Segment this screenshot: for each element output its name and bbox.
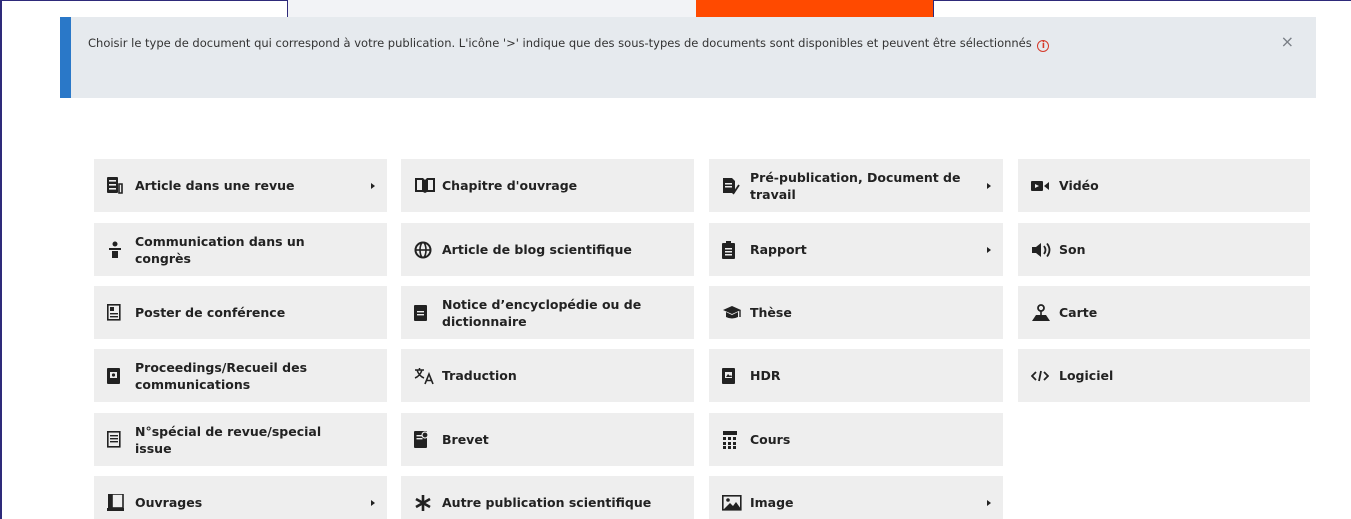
patent-certificate-icon bbox=[414, 431, 436, 448]
orange-accent-tab[interactable] bbox=[696, 0, 933, 18]
doc-type-article-blog[interactable]: Article de blog scientifique bbox=[401, 223, 694, 276]
caret-right-icon bbox=[371, 499, 375, 506]
doc-type-label: Vidéo bbox=[1059, 178, 1099, 193]
doc-type-son[interactable]: Son bbox=[1018, 223, 1310, 276]
graduation-cap-icon bbox=[722, 305, 744, 321]
alert-text: Choisir le type de document qui correspo… bbox=[88, 36, 1032, 50]
clipboard-report-icon bbox=[722, 240, 744, 259]
map-pin-icon bbox=[1031, 303, 1053, 322]
doc-type-label: Autre publication scientifique bbox=[442, 495, 652, 510]
caret-right-icon bbox=[371, 182, 375, 189]
caret-right-icon bbox=[987, 182, 991, 189]
doc-type-label: N°spécial de revue/special issue bbox=[135, 423, 322, 456]
draft-document-icon bbox=[722, 177, 744, 195]
doc-type-video[interactable]: Vidéo bbox=[1018, 159, 1310, 212]
doc-type-label: Thèse bbox=[750, 305, 792, 320]
poster-icon bbox=[107, 304, 129, 321]
doc-type-article-revue[interactable]: Article dans une revue bbox=[94, 159, 387, 212]
doc-type-autre-publication[interactable]: Autre publication scientifique bbox=[401, 476, 694, 519]
doc-type-label: Ouvrages bbox=[135, 495, 203, 510]
globe-icon bbox=[414, 241, 436, 259]
proceedings-icon bbox=[107, 367, 129, 384]
doc-type-label: Image bbox=[750, 495, 794, 510]
speaker-sound-icon bbox=[1031, 242, 1053, 258]
book-icon bbox=[107, 494, 129, 511]
doc-type-label: Pré-publication, Document de travail bbox=[750, 169, 961, 202]
close-icon[interactable]: × bbox=[1281, 31, 1294, 53]
encyclopedia-icon bbox=[414, 304, 436, 321]
doc-type-label: Article dans une revue bbox=[135, 178, 295, 193]
doc-type-label: Chapitre d'ouvrage bbox=[442, 178, 578, 193]
frame-left-border bbox=[0, 0, 2, 519]
course-grid-icon bbox=[722, 430, 744, 449]
doc-type-label: Rapport bbox=[750, 242, 807, 257]
doc-type-label: Carte bbox=[1059, 305, 1098, 320]
doc-type-carte[interactable]: Carte bbox=[1018, 286, 1310, 339]
special-issue-icon bbox=[107, 431, 129, 448]
doc-type-proceedings[interactable]: Proceedings/Recueil des communications bbox=[94, 349, 387, 402]
doc-type-chapitre-ouvrage[interactable]: Chapitre d'ouvrage bbox=[401, 159, 694, 212]
lectern-speaker-icon bbox=[107, 241, 129, 259]
doc-type-traduction[interactable]: Traduction bbox=[401, 349, 694, 402]
info-icon[interactable]: i bbox=[1037, 40, 1050, 52]
doc-type-hdr[interactable]: HDR bbox=[709, 349, 1003, 402]
info-alert: Choisir le type de document qui correspo… bbox=[60, 17, 1316, 98]
article-icon bbox=[107, 177, 129, 194]
hdr-document-icon bbox=[722, 367, 744, 384]
open-book-icon bbox=[414, 177, 436, 194]
doc-type-poster-conference[interactable]: Poster de conférence bbox=[94, 286, 387, 339]
code-icon bbox=[1031, 370, 1053, 382]
doc-type-label: Notice d’encyclopédie ou de dictionnaire bbox=[442, 296, 642, 329]
doc-type-brevet[interactable]: Brevet bbox=[401, 413, 694, 466]
doc-type-label: Cours bbox=[750, 432, 791, 447]
doc-type-pre-publication[interactable]: Pré-publication, Document de travail bbox=[709, 159, 1003, 212]
image-icon bbox=[722, 494, 744, 511]
doc-type-label: Brevet bbox=[442, 432, 489, 447]
doc-type-numero-special[interactable]: N°spécial de revue/special issue bbox=[94, 413, 387, 466]
video-camera-icon bbox=[1031, 180, 1053, 192]
doc-type-cours[interactable]: Cours bbox=[709, 413, 1003, 466]
doc-type-image[interactable]: Image bbox=[709, 476, 1003, 519]
doc-type-label: Son bbox=[1059, 242, 1086, 257]
doc-type-label: Poster de conférence bbox=[135, 305, 286, 320]
asterisk-icon bbox=[414, 494, 436, 512]
doc-type-label: Proceedings/Recueil des communications bbox=[135, 359, 308, 392]
doc-type-rapport[interactable]: Rapport bbox=[709, 223, 1003, 276]
caret-right-icon bbox=[987, 246, 991, 253]
doc-type-label: Article de blog scientifique bbox=[442, 242, 632, 257]
doc-type-ouvrages[interactable]: Ouvrages bbox=[94, 476, 387, 519]
doc-type-logiciel[interactable]: Logiciel bbox=[1018, 349, 1310, 402]
doc-type-label: HDR bbox=[750, 368, 781, 383]
doc-type-label: Traduction bbox=[442, 368, 517, 383]
doc-type-communication-congres[interactable]: Communication dans un congrès bbox=[94, 223, 387, 276]
translate-icon bbox=[414, 367, 436, 385]
caret-right-icon bbox=[987, 499, 991, 506]
doc-type-label: Logiciel bbox=[1059, 368, 1114, 383]
doc-type-these[interactable]: Thèse bbox=[709, 286, 1003, 339]
doc-type-label: Communication dans un congrès bbox=[135, 233, 305, 266]
doc-type-notice-encyclopedie[interactable]: Notice d’encyclopédie ou de dictionnaire bbox=[401, 286, 694, 339]
